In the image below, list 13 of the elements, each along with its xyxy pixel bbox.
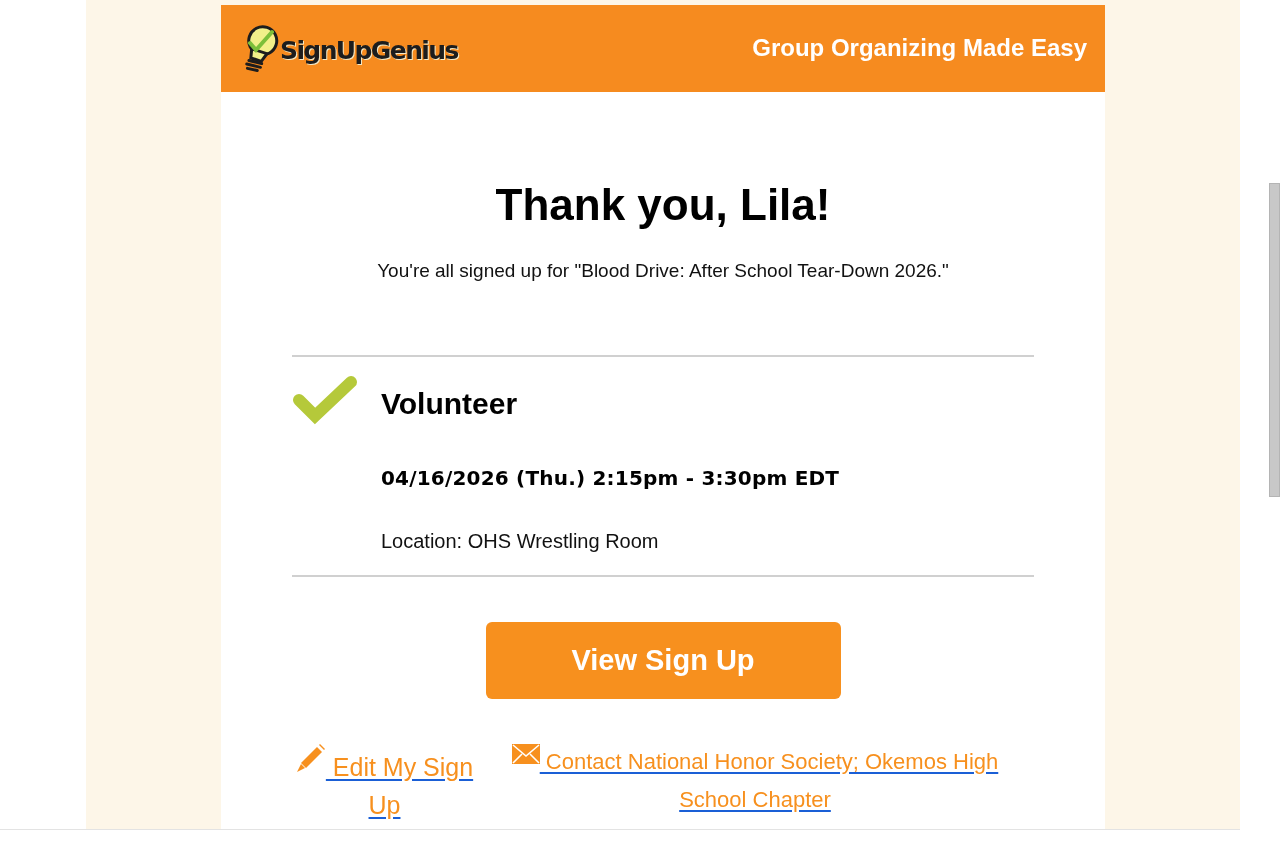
scrollbar-thumb[interactable]	[1269, 183, 1280, 497]
logo-text: SignUpGenius	[280, 38, 458, 63]
confirmation-message: You're all signed up for "Blood Drive: After School Tear-Down 2026."	[377, 258, 949, 283]
contact-organizer-link[interactable]: Contact National Honor Society; Okemos High School Chapter	[495, 742, 1015, 819]
thank-you-heading: Thank you, Lila!	[495, 179, 831, 231]
tagline: Group Organizing Made Easy	[752, 34, 1087, 63]
slot-location: Location: OHS Wrestling Room	[381, 528, 659, 553]
pencil-icon	[295, 742, 326, 773]
view-sign-up-button[interactable]: View Sign Up	[485, 621, 841, 699]
edit-sign-up-link[interactable]: Edit My Sign Up	[292, 742, 477, 824]
envelope-icon	[511, 743, 540, 764]
slot-date-time: 04/16/2026 (Thu.) 2:15pm - 3:30pm EDT	[381, 465, 840, 490]
slot-name: Volunteer	[381, 385, 518, 422]
